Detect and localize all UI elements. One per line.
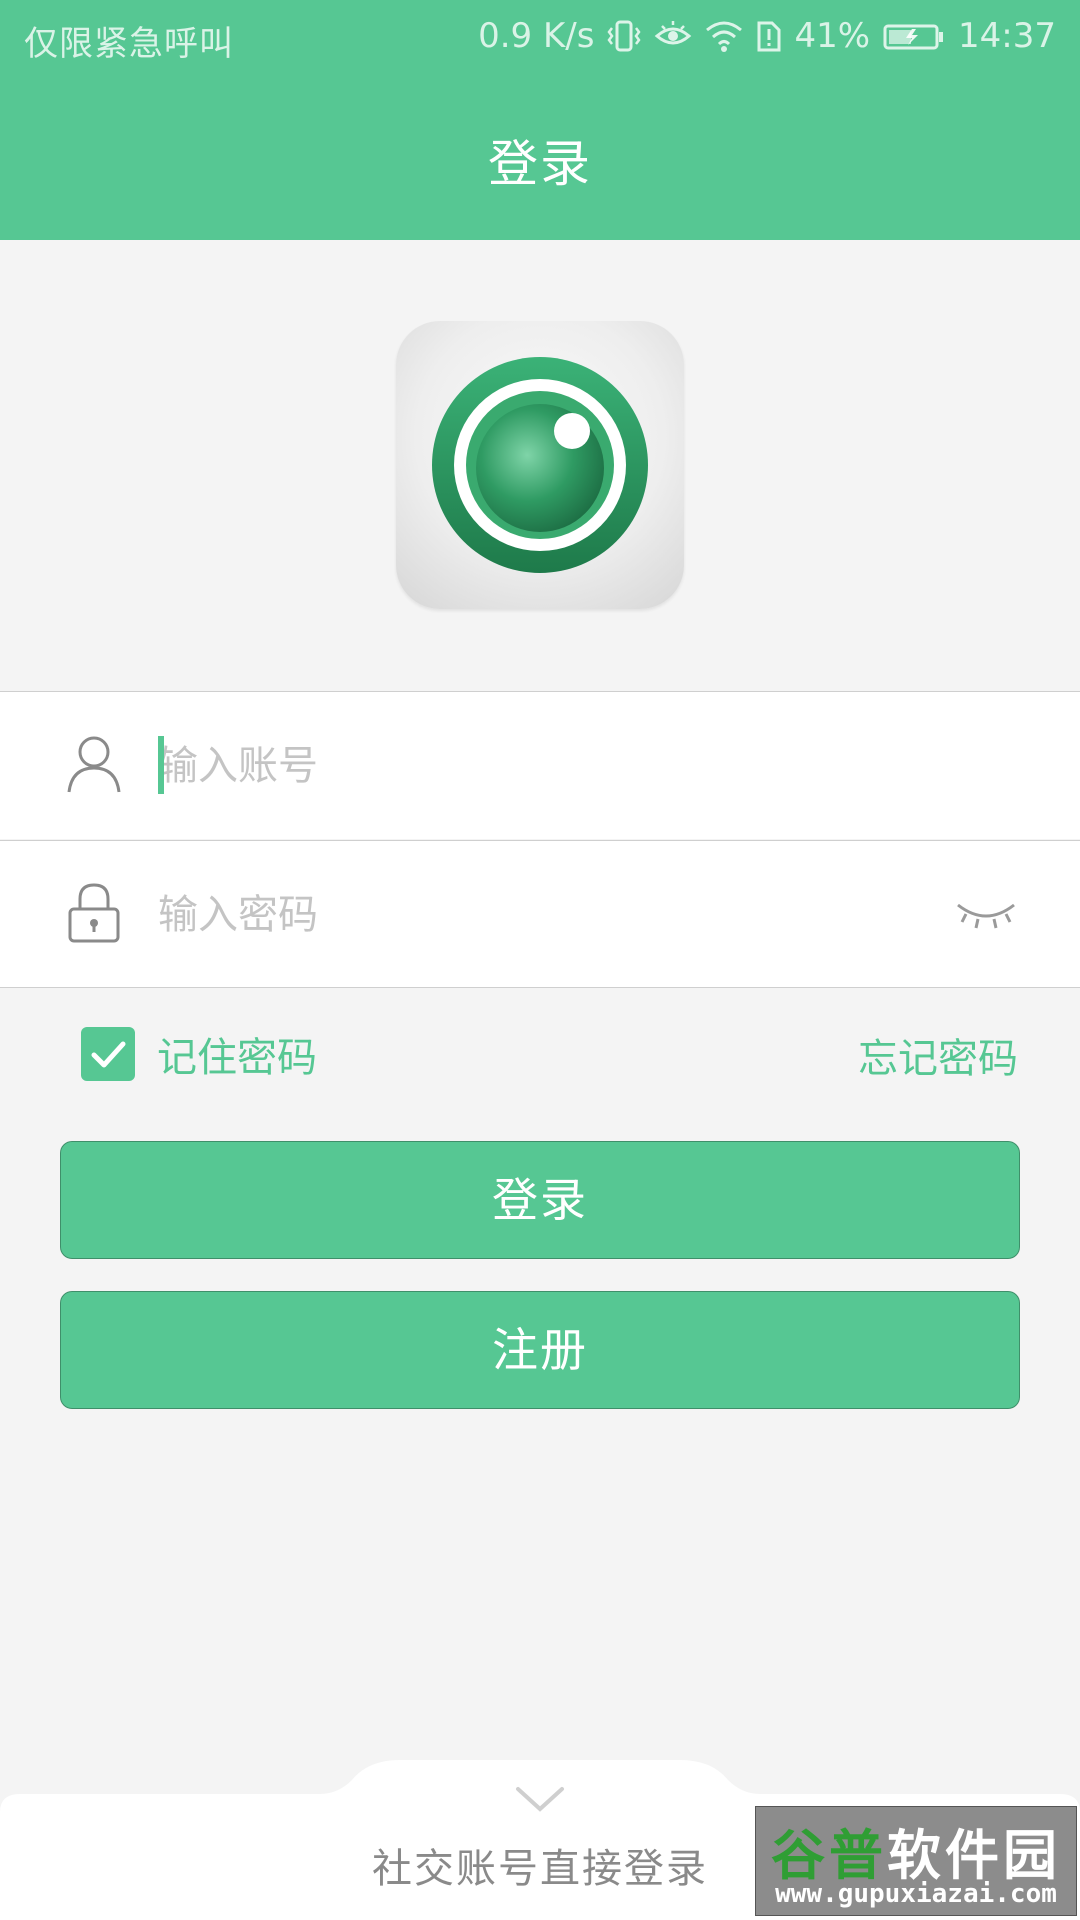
eye-comfort-icon (655, 21, 692, 45)
eye-lens-logo-icon (432, 357, 648, 573)
text-caret (158, 736, 164, 794)
login-button[interactable]: 登录 (60, 1141, 1020, 1259)
check-icon (91, 1041, 126, 1068)
password-input[interactable] (158, 887, 918, 943)
forgot-password-link[interactable]: 忘记密码 (858, 1026, 1018, 1084)
eye-closed-icon[interactable] (954, 897, 1018, 933)
vibrate-icon (607, 20, 641, 52)
password-row (0, 840, 1080, 988)
user-icon (67, 736, 121, 793)
watermark: 谷普软件园 www.gupuxiazai.com (755, 1806, 1077, 1916)
status-bar: 仅限紧急呼叫 0.9 K/s 41% 14:37 (0, 0, 1080, 74)
lock-icon (68, 883, 120, 943)
chevron-down-icon[interactable] (514, 1785, 566, 1815)
remember-password[interactable]: 记住密码 (81, 1025, 317, 1083)
clock: 14:37 (958, 16, 1056, 56)
carrier-text: 仅限紧急呼叫 (24, 24, 234, 64)
page-title: 登录 (488, 135, 592, 193)
status-indicators: 0.9 K/s 41% 14:37 (478, 16, 1056, 56)
remember-label: 记住密码 (157, 1035, 317, 1081)
battery-charging-icon (883, 24, 944, 50)
app-header: 仅限紧急呼叫 0.9 K/s 41% 14:37 登录 (0, 0, 1080, 240)
watermark-url: www.gupuxiazai.com (775, 1879, 1057, 1909)
net-speed: 0.9 K/s (478, 16, 595, 56)
sim-alert-icon (757, 21, 781, 52)
remember-checkbox[interactable] (81, 1027, 135, 1081)
login-screen: 仅限紧急呼叫 0.9 K/s 41% 14:37 登录 输入账号 记住密码 忘记… (0, 0, 1080, 1920)
account-row (0, 691, 1080, 839)
account-input[interactable] (158, 738, 918, 794)
battery-percent: 41% (794, 16, 871, 56)
wifi-icon (706, 21, 743, 52)
app-logo (396, 321, 684, 609)
register-button[interactable]: 注册 (60, 1291, 1020, 1409)
